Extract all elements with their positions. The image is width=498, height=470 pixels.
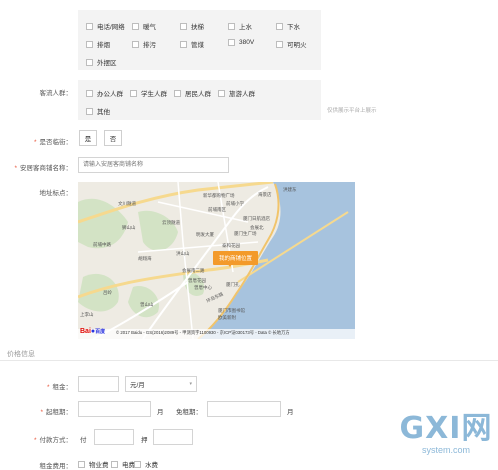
map[interactable]: 文川隧道 新华都购物广场 前埔小学 前埔南区 厦门日航酒店 会展北 厦门生广场 … [78,182,355,339]
lease-unit: 月 [157,409,164,416]
map-marker[interactable]: 我的商铺位置 [213,251,259,265]
fee-electricity[interactable]: 电费 [111,459,135,469]
price-section-divider [0,360,498,361]
map-place: 曾厝中心 [194,285,212,290]
map-place: 狮山山 [122,225,136,230]
free-lease-input[interactable] [207,401,281,417]
flow-resident[interactable]: 居民人群 [174,88,211,98]
checkbox[interactable] [86,89,93,97]
site-watermark: GXI网 system.com [397,411,495,456]
facility-smoke[interactable]: 排烟 [86,39,110,49]
lease-label: * 起租期： [40,409,72,416]
checkbox[interactable] [86,58,93,66]
watermark-logo: GXI网 [399,411,493,446]
map-place: 上李山 [80,312,94,317]
map-place: 厦门日航酒店 [243,216,270,221]
flow-student[interactable]: 学生人群 [130,88,167,98]
street-yes-button[interactable]: 是 [79,130,97,146]
location-label: 地址标点： [39,190,73,197]
facility-heating[interactable]: 暖气 [132,21,156,31]
shop-name-label: * 安居客商铺名称： [14,165,72,172]
street-facing-label: * 是否临街： [33,139,72,146]
checkbox[interactable] [218,89,225,97]
deposit-label: 押 [141,437,148,444]
facility-380v[interactable]: 380V [228,39,254,46]
facility-gas[interactable]: 管煤 [180,39,204,49]
customer-flow-panel [78,80,321,120]
checkbox[interactable] [86,22,93,30]
map-place: 欧美新附 [218,315,236,320]
checkbox[interactable] [111,460,118,468]
map-place: 曾厝花园 [188,278,206,283]
fee-water[interactable]: 水费 [134,459,158,469]
checkbox[interactable] [276,22,283,30]
map-place: 胡翔海 [138,256,152,261]
map-place: 厦门生广场 [234,231,257,236]
checkbox[interactable] [86,40,93,48]
map-place: 曾山山 [140,302,154,307]
checkbox[interactable] [174,89,181,97]
customer-flow-label: 客流人群： [39,90,73,97]
map-place: 洪山山 [176,251,190,256]
map-place: 洪建东 [283,187,297,192]
map-place: 吕岭 [103,290,112,295]
facility-phone[interactable]: 电话/网络 [86,21,125,31]
facility-outdoor[interactable]: 外摆区 [86,57,117,67]
map-place: 前埔小学 [226,201,244,206]
rent-label: * 租金： [46,384,72,391]
flow-other[interactable]: 其他 [86,106,110,116]
payment-label: * 付款方式： [33,437,72,444]
chevron-down-icon: ▾ [189,381,192,387]
facility-open-fire[interactable]: 可明火 [276,39,307,49]
checkbox[interactable] [276,40,283,48]
free-lease-label: 免租期： [176,409,202,416]
fee-property[interactable]: 物业费 [78,459,109,469]
facility-sewage[interactable]: 排污 [132,39,156,49]
map-place: 明发大厦 [196,232,214,237]
baidu-logo: Bai●百度 [80,328,106,335]
map-place: 会展南二路 [182,268,205,273]
price-section-title: 价格信息 [7,351,35,358]
map-copyright: © 2017 Baidu - GS(2016)2089号 - 甲测资字11009… [116,330,290,335]
map-place: 厦门市图书馆 [218,308,245,313]
checkbox[interactable] [134,460,141,468]
map-place: 云顶隧道 [162,220,180,225]
pay-months-input[interactable] [94,429,134,445]
checkbox[interactable] [130,89,137,97]
facility-water-supply[interactable]: 上水 [228,21,252,31]
checkbox[interactable] [228,22,235,30]
map-marker-pointer [227,263,233,267]
facility-escalator[interactable]: 扶梯 [180,21,204,31]
rent-unit-select[interactable]: 元/月 ▾ [125,376,197,392]
map-place: 前埔南区 [208,207,226,212]
watermark-domain: system.com [421,445,470,455]
flow-office[interactable]: 办公人群 [86,88,123,98]
map-place: 新华都购物广场 [203,193,235,198]
facility-drainage[interactable]: 下水 [276,21,300,31]
pay-label: 付 [80,437,87,444]
checkbox[interactable] [78,460,85,468]
lease-start-input[interactable] [78,401,151,417]
map-place: 文川隧道 [118,201,136,206]
checkbox[interactable] [180,22,187,30]
map-place: 泰和花园 [222,243,240,248]
checkbox[interactable] [228,39,235,46]
flow-tourist[interactable]: 旅游人群 [218,88,255,98]
map-place: 海景店 [258,192,272,197]
checkbox[interactable] [132,40,139,48]
checkbox[interactable] [180,40,187,48]
checkbox[interactable] [132,22,139,30]
street-no-button[interactable]: 否 [104,130,122,146]
map-place: 厦门孔 [226,282,240,287]
shop-name-input[interactable] [78,157,229,173]
map-place: 前埔中路 [93,242,111,247]
map-marker-label: 我的商铺位置 [219,256,253,262]
checkbox[interactable] [86,107,93,115]
deposit-months-input[interactable] [153,429,193,445]
customer-flow-note: 仅供展示平台上展示 [327,108,377,114]
free-lease-unit: 月 [287,409,294,416]
rent-input[interactable] [78,376,119,392]
